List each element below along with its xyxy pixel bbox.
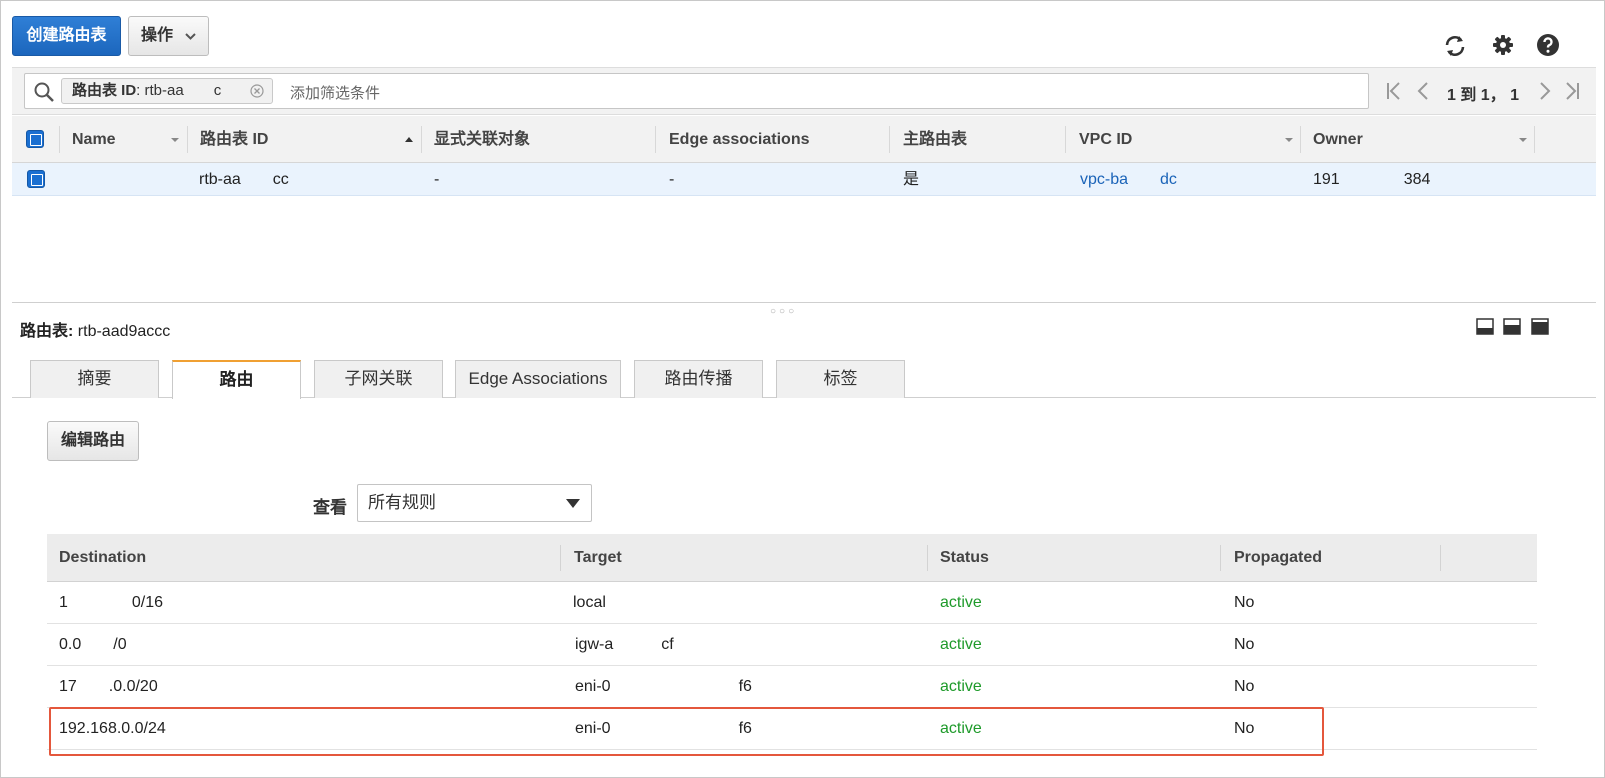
filter-token-key: 路由表 ID — [72, 82, 137, 99]
routes-table-header: Destination Target Status Propagated — [47, 534, 1537, 582]
status-active: active — [940, 678, 982, 695]
column-separator — [421, 126, 422, 153]
sort-caret-icon[interactable] — [1284, 136, 1294, 144]
last-page-icon[interactable] — [1563, 80, 1581, 102]
detail-title: 路由表: rtb-aad9accc — [20, 317, 170, 341]
select-all-checkbox[interactable] — [26, 130, 44, 148]
cell-destination: 0.0 /0 — [59, 636, 127, 653]
column-separator — [1300, 126, 1301, 153]
cell-target: local — [573, 594, 606, 611]
tab-summary[interactable]: 摘要 — [30, 360, 159, 398]
column-separator — [187, 126, 188, 153]
route-tables-header: Name 路由表 ID 显式关联对象 Edge associations 主路由… — [12, 116, 1596, 163]
gear-icon[interactable] — [1491, 33, 1515, 57]
cell-explicit: - — [434, 171, 440, 188]
panel-splitter[interactable] — [12, 302, 1596, 303]
filter-token-value: : rtb-aa c — [136, 82, 222, 99]
cell-destination: 1 0/16 — [59, 594, 164, 611]
cell-destination: 192.168.0.0/24 — [59, 720, 166, 737]
status-active: active — [940, 720, 982, 737]
refresh-icon[interactable] — [1443, 34, 1467, 58]
column-main[interactable]: 主路由表 — [903, 116, 967, 163]
column-name[interactable]: Name — [72, 116, 116, 163]
detail-title-label: 路由表: — [20, 323, 74, 340]
vpc-id-link[interactable]: vpc-ba dc — [1080, 163, 1177, 196]
resize-grip-icon[interactable]: ○○○ — [770, 306, 797, 317]
prev-page-icon[interactable] — [1415, 80, 1433, 102]
column-target[interactable]: Target — [574, 534, 622, 582]
tab-edge-associations[interactable]: Edge Associations — [455, 360, 621, 398]
view-select-value: 所有规则 — [368, 493, 436, 512]
pagination: 1 到 1， 1 — [1385, 80, 1595, 104]
first-page-icon[interactable] — [1385, 80, 1403, 102]
table-row: 17 .0.0/20 eni-0 f6 active No — [47, 666, 1537, 708]
table-row: 1 0/16 local active No — [47, 582, 1537, 624]
actions-label: 操作 — [141, 27, 174, 44]
layout-full-icon[interactable] — [1531, 318, 1549, 335]
create-route-table-button[interactable]: 创建路由表 — [12, 16, 121, 56]
cell-propagated: No — [1234, 594, 1255, 611]
tab-tags[interactable]: 标签 — [776, 360, 905, 398]
sort-caret-icon[interactable] — [1518, 136, 1528, 144]
column-separator — [1220, 545, 1221, 571]
column-separator — [889, 126, 890, 153]
column-edge-associations[interactable]: Edge associations — [669, 116, 810, 163]
layout-split-icon[interactable] — [1503, 318, 1521, 335]
column-propagated[interactable]: Propagated — [1234, 534, 1322, 582]
table-row[interactable]: rtb-aa cc - - 是 vpc-ba dc 191 384 — [12, 163, 1596, 196]
column-status[interactable]: Status — [940, 534, 989, 582]
view-select[interactable]: 所有规则 — [357, 484, 592, 522]
view-label: 查看 — [313, 498, 347, 517]
status-active: active — [940, 594, 982, 611]
sort-ascending-icon[interactable] — [404, 136, 414, 144]
tab-route-propagation[interactable]: 路由传播 — [634, 360, 763, 398]
column-vpc-id[interactable]: VPC ID — [1079, 116, 1132, 163]
cell-owner: 191 384 — [1313, 171, 1431, 188]
layout-bottom-icon[interactable] — [1476, 318, 1494, 335]
tab-subnet-associations[interactable]: 子网关联 — [314, 360, 443, 398]
filter-token[interactable]: 路由表 ID: rtb-aa c — [61, 78, 273, 104]
column-separator — [59, 126, 60, 153]
table-row: 192.168.0.0/24 eni-0 f6 active No — [47, 708, 1537, 750]
chevron-down-icon — [185, 33, 196, 40]
column-separator — [927, 545, 928, 571]
column-owner[interactable]: Owner — [1313, 116, 1363, 163]
column-separator — [560, 545, 561, 571]
next-page-icon[interactable] — [1535, 80, 1553, 102]
column-separator — [1534, 126, 1535, 153]
table-row: 0.0 /0 igw-a cf active No — [47, 624, 1537, 666]
target-link[interactable]: eni-0 f6 — [575, 708, 752, 750]
tab-routes[interactable]: 路由 — [172, 360, 301, 399]
cell-main: 是 — [903, 171, 920, 188]
pager-text: 1 到 1， 1 — [1447, 87, 1520, 104]
help-icon[interactable] — [1536, 33, 1560, 57]
filter-bar: 路由表 ID: rtb-aa c 添加筛选条件 1 到 1， 1 — [12, 67, 1596, 115]
actions-button[interactable]: 操作 — [128, 16, 209, 56]
cell-propagated: No — [1234, 678, 1255, 695]
filter-input[interactable]: 路由表 ID: rtb-aa c 添加筛选条件 — [24, 73, 1369, 109]
target-link[interactable]: eni-0 f6 — [575, 666, 752, 708]
cell-destination: 17 .0.0/20 — [59, 678, 158, 695]
search-icon — [34, 82, 54, 102]
column-explicit-associations[interactable]: 显式关联对象 — [434, 116, 530, 163]
column-route-table-id[interactable]: 路由表 ID — [200, 116, 268, 163]
filter-placeholder: 添加筛选条件 — [290, 85, 381, 102]
column-destination[interactable]: Destination — [59, 534, 146, 582]
edit-routes-button[interactable]: 编辑路由 — [47, 421, 139, 461]
cell-edge: - — [669, 171, 675, 188]
cell-propagated: No — [1234, 636, 1255, 653]
status-active: active — [940, 636, 982, 653]
detail-title-value: rtb-aad9accc — [77, 323, 171, 340]
close-icon[interactable] — [250, 84, 264, 98]
column-separator — [1440, 545, 1441, 571]
column-separator — [1065, 126, 1066, 153]
dropdown-arrow-icon — [566, 499, 580, 508]
sort-caret-icon[interactable] — [170, 136, 180, 144]
cell-propagated: No — [1234, 720, 1255, 737]
cell-route-table-id: rtb-aa cc — [199, 171, 289, 188]
column-separator — [655, 126, 656, 153]
target-link[interactable]: igw-a cf — [575, 624, 674, 666]
row-checkbox[interactable] — [27, 170, 45, 188]
